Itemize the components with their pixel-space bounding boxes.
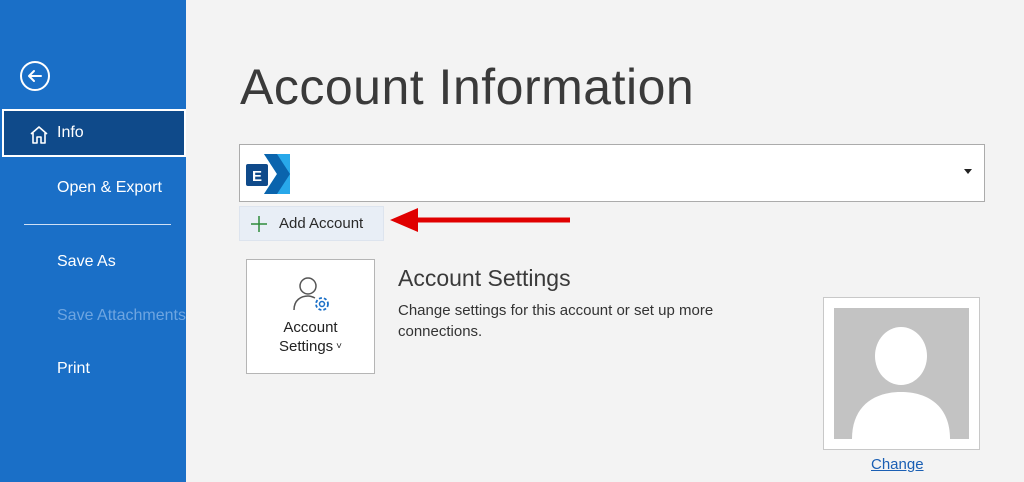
person-gear-icon — [292, 277, 329, 311]
nav-item-print[interactable]: Print — [0, 345, 186, 393]
add-account-label: Add Account — [279, 215, 364, 232]
exchange-icon: E — [246, 154, 290, 194]
sidebar-divider — [24, 224, 171, 225]
plus-icon — [251, 215, 267, 232]
account-settings-description: Change settings for this account or set … — [398, 302, 714, 340]
page-title: Account Information — [240, 59, 695, 115]
account-settings-label: Account — [283, 319, 338, 336]
account-settings-heading: Account Settings — [398, 265, 571, 291]
profile-photo — [823, 297, 980, 450]
account-selector[interactable]: E — [239, 144, 985, 202]
home-icon — [30, 126, 48, 144]
change-photo-link[interactable]: Change — [871, 456, 924, 473]
nav-item-label: Save Attachments — [57, 307, 186, 324]
nav-item-label: Open & Export — [57, 179, 162, 196]
svg-text:E: E — [252, 168, 262, 185]
nav-item-info[interactable]: Info — [2, 109, 186, 157]
nav-item-save-as[interactable]: Save As — [0, 238, 186, 286]
arrow-left-circle-icon — [28, 70, 42, 82]
add-account-button[interactable]: Add Account — [239, 206, 384, 241]
nav-item-label: Save As — [57, 253, 116, 270]
back-button[interactable] — [20, 61, 50, 91]
profile-photo-placeholder — [834, 308, 969, 439]
nav-item-label: Print — [57, 360, 90, 377]
account-settings-label-2: Settings ˅ — [278, 338, 343, 355]
person-silhouette-icon — [852, 327, 950, 439]
chevron-down-icon: ˅ — [336, 341, 343, 352]
account-settings-button[interactable]: Account Settings ˅ — [246, 259, 375, 374]
annotation-arrow-icon — [390, 208, 570, 232]
nav-item-save-attachments: Save Attachments — [0, 292, 186, 340]
chevron-down-icon — [964, 169, 972, 174]
sidebar: Info Open & Export Save As Save Attachme… — [0, 0, 186, 482]
nav-item-open-export[interactable]: Open & Export — [0, 164, 186, 212]
